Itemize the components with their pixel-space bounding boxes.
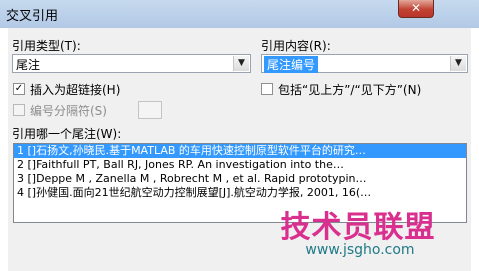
chevron-down-icon[interactable]: ▼ bbox=[450, 56, 466, 71]
insert-hyperlink-label[interactable]: 插入为超链接(H) bbox=[30, 81, 120, 98]
list-item[interactable]: 2 []Faithfull PT, Ball RJ, Jones RP. An … bbox=[14, 158, 466, 172]
list-item[interactable]: 4 []孙健国.面向21世纪航空动力控制展望[J].航空动力学报, 2001, … bbox=[14, 186, 466, 200]
number-separator-checkbox[interactable] bbox=[13, 104, 25, 116]
number-separator-label: 编号分隔符(S) bbox=[30, 104, 107, 118]
reference-type-label: 引用类型(T): bbox=[12, 39, 81, 53]
close-icon: ✕ bbox=[410, 1, 422, 15]
reference-content-value: 尾注编号 bbox=[264, 56, 319, 73]
list-item[interactable]: 1 []石扬文,孙晓民.基于MATLAB 的车用快速控制原型软件平台的研究… bbox=[14, 144, 466, 158]
reference-content-select[interactable]: 尾注编号 ▼ bbox=[261, 54, 468, 73]
include-above-below-checkbox[interactable] bbox=[261, 83, 273, 95]
watermark-logo: 技术员联盟 bbox=[280, 210, 436, 245]
reference-type-select[interactable]: 尾注 ▼ bbox=[12, 54, 251, 73]
chevron-down-icon[interactable]: ▼ bbox=[233, 56, 249, 71]
title-bar: 交叉引用 ✕ bbox=[0, 0, 479, 28]
reference-content-label: 引用内容(R): bbox=[261, 39, 331, 53]
endnote-list-label: 引用哪一个尾注(W): bbox=[12, 127, 122, 141]
list-item[interactable]: 3 []Deppe M , Zanella M , Robrecht M , e… bbox=[14, 172, 466, 186]
include-above-below-label[interactable]: 包括“见上方”/“见下方”(N) bbox=[278, 81, 421, 98]
insert-hyperlink-checkbox[interactable]: ✓ bbox=[13, 83, 25, 95]
watermark-url: www.jsgho.com bbox=[305, 242, 415, 258]
window-title: 交叉引用 bbox=[6, 9, 59, 24]
close-button[interactable]: ✕ bbox=[398, 0, 434, 18]
number-separator-input[interactable] bbox=[138, 101, 162, 119]
reference-type-value: 尾注 bbox=[16, 58, 41, 72]
